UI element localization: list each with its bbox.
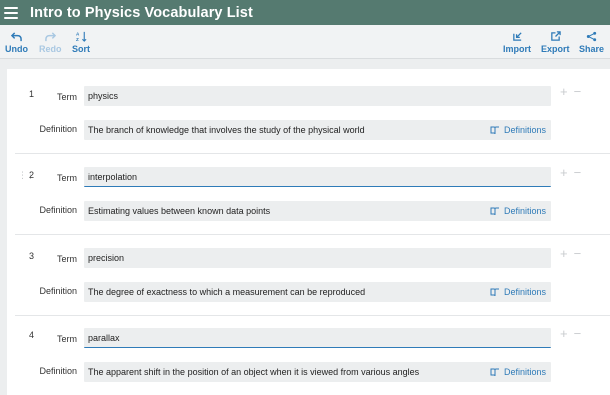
book-icon — [490, 126, 499, 134]
term-label: Term — [57, 173, 77, 183]
redo-button[interactable]: Redo — [39, 31, 62, 54]
item-number: 1 — [29, 89, 35, 99]
book-icon — [490, 207, 499, 215]
divider — [15, 234, 610, 235]
minus-icon[interactable]: − — [574, 326, 582, 341]
plus-icon[interactable]: + — [560, 165, 568, 180]
definition-text: The branch of knowledge that involves th… — [88, 125, 365, 135]
definitions-button-label: Definitions — [503, 367, 546, 377]
divider — [15, 153, 610, 154]
definition-label: Definition — [39, 205, 77, 215]
undo-arrow-icon — [11, 32, 22, 42]
definition-label: Definition — [39, 366, 77, 376]
term-input[interactable]: physics — [84, 86, 551, 106]
minus-icon[interactable]: − — [574, 246, 582, 261]
definition-input[interactable]: The branch of knowledge that involves th… — [84, 120, 551, 140]
book-icon — [490, 288, 499, 296]
sort-icon: AZ — [76, 32, 86, 42]
minus-icon[interactable]: − — [574, 165, 582, 180]
undo-label: Undo — [5, 44, 28, 54]
svg-text:A: A — [76, 32, 80, 37]
plus-icon[interactable]: + — [560, 84, 568, 99]
redo-arrow-icon — [44, 32, 56, 42]
definitions-button-label: Definitions — [503, 206, 546, 216]
import-icon — [512, 32, 522, 41]
hamburger-icon[interactable] — [4, 6, 18, 19]
term-label: Term — [57, 92, 77, 102]
share-label: Share — [579, 44, 605, 54]
import-button[interactable]: Import — [503, 31, 531, 54]
definitions-button[interactable]: Definitions — [490, 201, 546, 221]
export-button[interactable]: Export — [541, 31, 570, 54]
item-number: 2 — [29, 170, 35, 180]
minus-icon[interactable]: − — [574, 84, 582, 99]
definition-text: The degree of exactness to which a measu… — [88, 287, 366, 297]
item-number: 4 — [29, 330, 35, 340]
definition-input[interactable]: The apparent shift in the position of an… — [84, 362, 551, 382]
sort-label: Sort — [72, 44, 90, 54]
plus-icon[interactable]: + — [560, 246, 568, 261]
share-icon — [586, 31, 597, 42]
definitions-button[interactable]: Definitions — [490, 362, 546, 382]
definitions-button[interactable]: Definitions — [490, 282, 546, 302]
vocabulary-list: 1 Term physics + − Definition The branch … — [7, 69, 610, 395]
term-label: Term — [57, 254, 77, 264]
definition-text: Estimating values between known data poi… — [88, 206, 271, 216]
title-bar: Intro to Physics Vocabulary List — [0, 0, 610, 25]
export-label: Export — [541, 44, 570, 54]
toolbar: Undo Redo AZ Sort Import Export Share — [0, 25, 610, 59]
divider — [15, 315, 610, 316]
import-label: Import — [503, 44, 531, 54]
term-input[interactable]: interpolation — [84, 167, 551, 187]
definition-input[interactable]: The degree of exactness to which a measu… — [84, 282, 551, 302]
definitions-button-label: Definitions — [503, 125, 546, 135]
term-input[interactable]: parallax — [84, 328, 551, 348]
term-input[interactable]: precision — [84, 248, 551, 268]
definition-label: Definition — [39, 124, 77, 134]
definition-label: Definition — [39, 286, 77, 296]
export-icon — [550, 31, 561, 41]
svg-text:Z: Z — [76, 37, 79, 42]
term-label: Term — [57, 334, 77, 344]
undo-button[interactable]: Undo — [5, 31, 28, 54]
item-number: 3 — [29, 251, 35, 261]
page-title: Intro to Physics Vocabulary List — [30, 4, 253, 21]
book-icon — [490, 368, 499, 376]
redo-label: Redo — [39, 44, 62, 54]
definitions-button-label: Definitions — [503, 287, 546, 297]
plus-icon[interactable]: + — [560, 326, 568, 341]
sort-button[interactable]: AZ Sort — [72, 31, 90, 54]
definitions-button[interactable]: Definitions — [490, 120, 546, 140]
share-button[interactable]: Share — [579, 31, 604, 54]
definition-text: The apparent shift in the position of an… — [88, 367, 420, 377]
definition-input[interactable]: Estimating values between known data poi… — [84, 201, 551, 221]
